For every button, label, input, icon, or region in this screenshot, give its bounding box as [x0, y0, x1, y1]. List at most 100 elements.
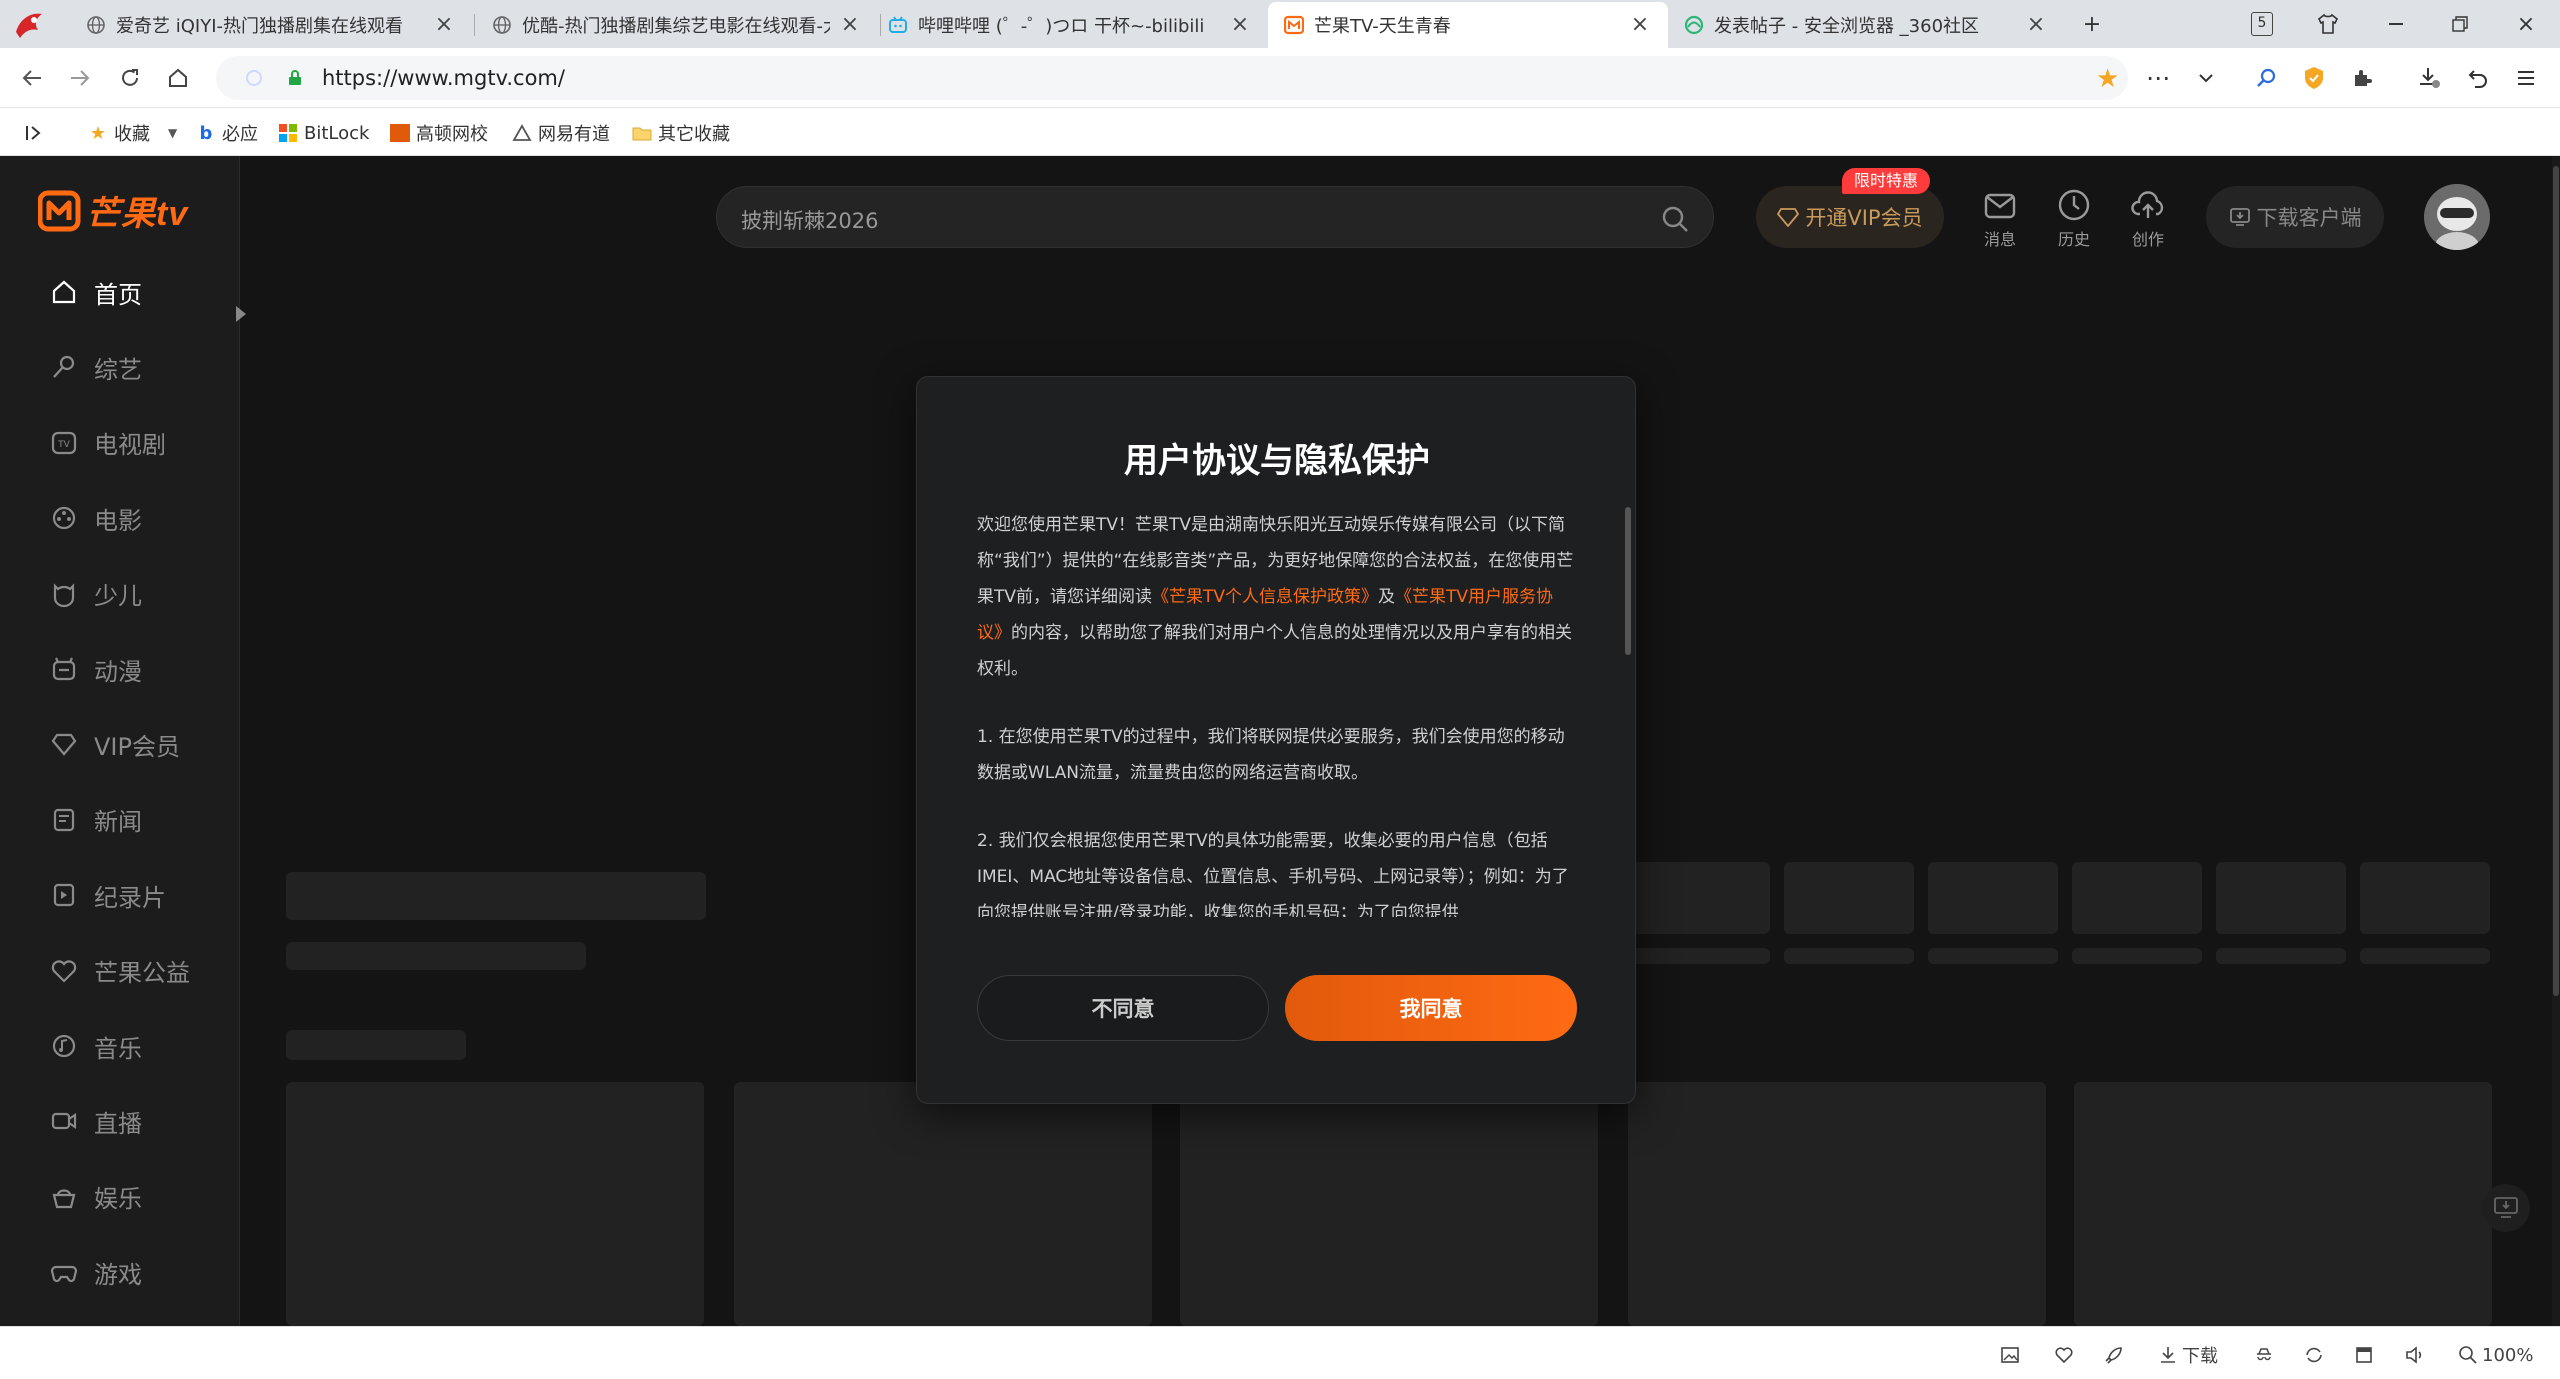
undo-icon[interactable]: [2462, 62, 2494, 94]
volume-icon[interactable]: [2404, 1343, 2428, 1367]
tab-iqiyi[interactable]: 爱奇艺 iQIYI-热门独播剧集在线观看 ×: [70, 2, 472, 48]
anime-icon: [52, 657, 76, 681]
search-icon[interactable]: [1661, 205, 1689, 233]
close-icon[interactable]: ×: [838, 13, 862, 37]
refresh-icon[interactable]: [114, 62, 146, 94]
search-input[interactable]: 披荆斩棘2026: [716, 186, 1714, 248]
chevron-down-icon[interactable]: [2190, 62, 2222, 94]
sidebar-item-tv[interactable]: TV 电视剧: [50, 423, 166, 463]
download-icon: [2229, 208, 2250, 226]
tab-mgtv[interactable]: 芒果TV-天生青春 ×: [1268, 2, 1668, 48]
browser-logo-icon[interactable]: [12, 8, 46, 40]
sidebar-item-game[interactable]: 游戏: [50, 1252, 142, 1292]
extensions-icon[interactable]: [2346, 62, 2378, 94]
bookmark-star-icon[interactable]: ★: [2096, 64, 2119, 94]
sidebar-item-doc[interactable]: 纪录片: [50, 875, 166, 915]
download-client-button[interactable]: 下载客户端: [2206, 186, 2384, 248]
skeleton-block: [2072, 862, 2202, 934]
sidebar-item-anime[interactable]: 动漫: [50, 649, 142, 689]
page-scrollbar[interactable]: [2552, 156, 2560, 1326]
skeleton-block: [1784, 948, 1914, 964]
message-button[interactable]: 消息: [1970, 188, 2030, 250]
search-icon[interactable]: [2250, 62, 2282, 94]
sidebar-item-mic[interactable]: 综艺: [50, 347, 142, 387]
download-status-button[interactable]: 下载: [2158, 1343, 2218, 1367]
sync-icon[interactable]: [2304, 1343, 2328, 1367]
history-button[interactable]: 历史: [2044, 188, 2104, 250]
create-button[interactable]: 创作: [2118, 188, 2178, 250]
disagree-button[interactable]: 不同意: [977, 975, 1269, 1041]
star-icon: ★: [89, 122, 107, 144]
heart-icon: [51, 959, 77, 983]
sidebar-item-diamond[interactable]: VIP会员: [50, 724, 180, 764]
vip-button[interactable]: 开通VIP会员: [1756, 186, 1944, 248]
agree-button[interactable]: 我同意: [1285, 975, 1577, 1041]
sidebar-item-label: 综艺: [94, 355, 142, 384]
bookmark-bitlock[interactable]: BitLock: [278, 120, 369, 146]
create-label: 创作: [2131, 230, 2164, 249]
shield-icon[interactable]: [2298, 62, 2330, 94]
sidebar-toggle-icon[interactable]: [24, 120, 44, 146]
bookmark-label: 高顿网校: [416, 124, 488, 145]
close-icon[interactable]: ×: [432, 13, 456, 37]
sidebar-item-ent[interactable]: 娱乐: [50, 1177, 142, 1217]
globe-icon: [87, 16, 105, 34]
home-icon: [52, 280, 76, 304]
dialog-text: 的内容，以帮助您了解我们对用户个人信息的处理情况以及用户享有的相关权利。: [977, 623, 1572, 679]
tab-count-button[interactable]: 5: [2246, 8, 2278, 40]
sidebar-item-label: VIP会员: [94, 732, 180, 761]
privacy-icon[interactable]: [2254, 1343, 2278, 1367]
privacy-policy-link[interactable]: 《芒果TV个人信息保护政策》: [1152, 587, 1378, 607]
image-icon[interactable]: [2000, 1343, 2024, 1367]
mgtv-logo[interactable]: 芒果tv: [38, 186, 188, 235]
tab-separator: [474, 14, 475, 36]
sidebar-item-kid[interactable]: 少儿: [50, 574, 142, 614]
download-icon[interactable]: [2414, 62, 2446, 94]
new-tab-icon[interactable]: +: [2076, 8, 2108, 40]
back-icon[interactable]: [16, 62, 48, 94]
zoom-button[interactable]: 100%: [2458, 1343, 2533, 1367]
address-bar[interactable]: https://www.mgtv.com/ ★: [216, 56, 2128, 100]
sidebar-item-home[interactable]: 首页: [50, 272, 142, 312]
bookmark-favorites[interactable]: ★ 收藏 ▼: [88, 120, 177, 146]
chevron-down-icon[interactable]: ▼: [168, 126, 177, 140]
tab-bilibili[interactable]: 哔哩哔哩 (゜-゜)つロ 干杯~-bilibili ×: [872, 2, 1268, 48]
heart-icon[interactable]: [2054, 1343, 2078, 1367]
feedback-float-button[interactable]: [2482, 1184, 2530, 1232]
bookmark-golden[interactable]: 高顿网校: [390, 120, 488, 146]
window-icon[interactable]: [2354, 1343, 2378, 1367]
dialog-scrollbar[interactable]: [1625, 507, 1631, 655]
shirt-icon[interactable]: [2312, 8, 2344, 40]
close-icon[interactable]: ×: [1628, 13, 1652, 37]
site-info-icon[interactable]: [246, 70, 262, 86]
bookmark-youdao[interactable]: 网易有道: [512, 120, 610, 146]
tab-youku[interactable]: 优酷-热门独播剧集综艺电影在线观看-大 ×: [476, 2, 878, 48]
bookmark-bing[interactable]: b 必应: [196, 120, 258, 146]
sidebar-item-music[interactable]: 音乐: [50, 1026, 142, 1066]
minimize-icon[interactable]: [2380, 8, 2412, 40]
sidebar-item-news[interactable]: 新闻: [50, 800, 142, 840]
rocket-icon[interactable]: [2104, 1343, 2128, 1367]
bookmark-label: BitLock: [304, 122, 370, 144]
scrollbar-thumb[interactable]: [2553, 166, 2559, 996]
bookmark-other[interactable]: 其它收藏: [632, 120, 730, 146]
window-close-icon[interactable]: ×: [2510, 8, 2542, 40]
restore-icon[interactable]: [2444, 8, 2476, 40]
browser-tab-bar: 爱奇艺 iQIYI-热门独播剧集在线观看 × 优酷-热门独播剧集综艺电影在线观看…: [0, 0, 2560, 48]
sidebar-collapse-handle[interactable]: [236, 306, 246, 322]
home-icon[interactable]: [162, 62, 194, 94]
sidebar-item-heart[interactable]: 芒果公益: [50, 951, 190, 991]
tab-360-community[interactable]: 发表帖子 - 安全浏览器 _360社区 ×: [1668, 2, 2064, 48]
sidebar-item-live[interactable]: 直播: [50, 1101, 142, 1141]
avatar[interactable]: [2424, 184, 2490, 250]
skeleton-block: [1630, 862, 1770, 934]
lock-icon[interactable]: [288, 70, 302, 86]
sidebar-item-label: 电影: [94, 506, 142, 535]
close-icon[interactable]: ×: [1228, 13, 1252, 37]
close-icon[interactable]: ×: [2024, 13, 2048, 37]
menu-icon[interactable]: [2510, 62, 2542, 94]
sidebar-item-film[interactable]: 电影: [50, 498, 142, 538]
more-icon[interactable]: ⋯: [2142, 62, 2174, 94]
forward-icon[interactable]: [64, 62, 96, 94]
mgtv-page: 芒果tv 首页综艺 TV 电视剧电影少儿动漫 VIP会员新闻纪录片芒果公益音乐直播娱乐…: [0, 156, 2560, 1326]
